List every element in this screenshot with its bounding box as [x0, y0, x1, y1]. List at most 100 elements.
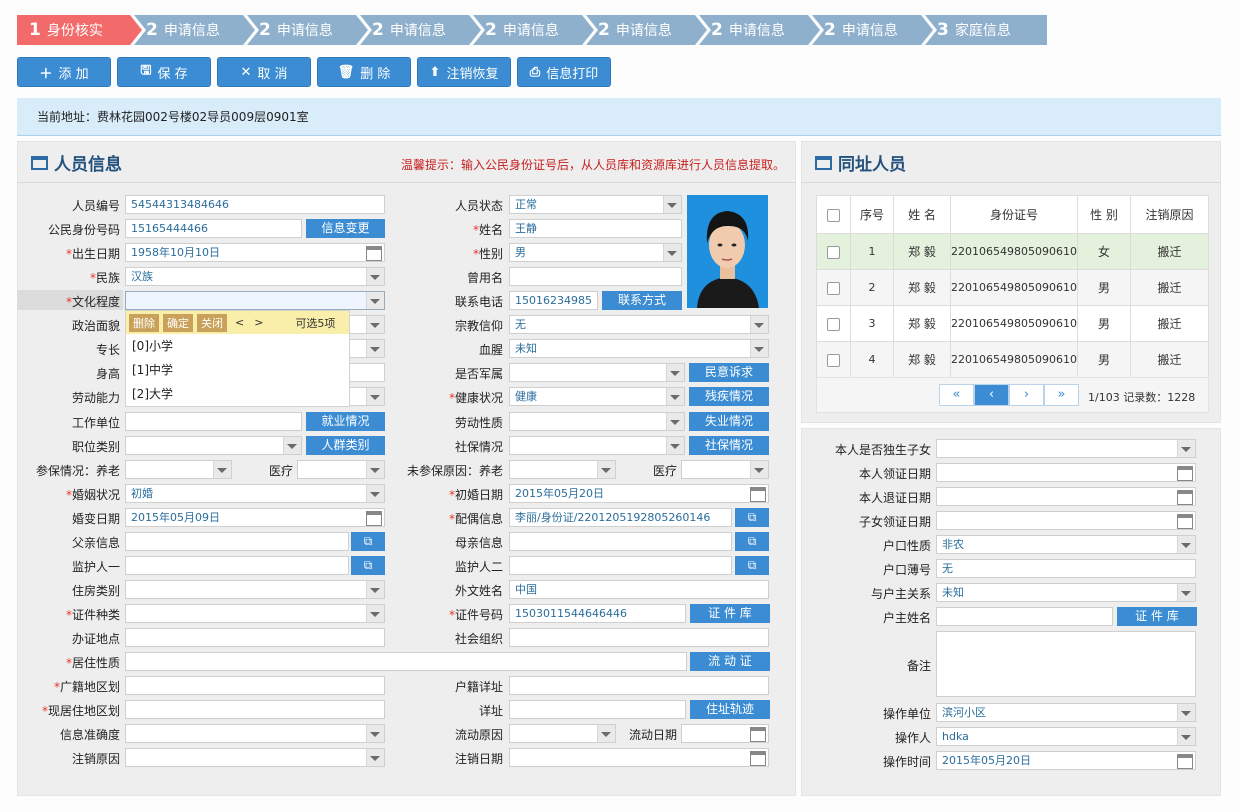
unemployment-button[interactable]: 失业情况: [689, 412, 769, 431]
job-type-select[interactable]: [125, 436, 302, 455]
folder-open-icon[interactable]: ⧉: [351, 556, 385, 575]
religion-select[interactable]: 无: [509, 315, 769, 334]
health-select[interactable]: 健康: [509, 387, 685, 406]
employment-button[interactable]: 就业情况: [306, 412, 385, 431]
person-no-input[interactable]: 54544313484646: [125, 195, 385, 214]
step-family[interactable]: 3 家庭信息: [925, 15, 1047, 45]
last-page-button[interactable]: »: [1044, 384, 1079, 406]
disability-button[interactable]: 残疾情况: [689, 387, 769, 406]
guardian1-input[interactable]: [125, 556, 349, 575]
domicile-detail-input[interactable]: [509, 676, 769, 695]
step-identity[interactable]: 1 身份核实: [17, 15, 142, 45]
delete-button[interactable]: 🗑 删 除: [317, 57, 411, 87]
phone-input[interactable]: 15016234985: [509, 291, 598, 310]
dropdown-close-button[interactable]: 关闭: [197, 313, 227, 332]
step-apply-1[interactable]: 2 申请信息: [134, 15, 255, 45]
flow-cert-button[interactable]: 流 动 证: [690, 652, 770, 671]
add-button[interactable]: ＋ 添 加: [17, 57, 111, 87]
folder-open-icon[interactable]: ⧉: [735, 532, 769, 551]
cert-place-input[interactable]: [125, 628, 385, 647]
cancel-button[interactable]: ✕ 取 消: [217, 57, 311, 87]
father-input[interactable]: [125, 532, 349, 551]
step-apply-7[interactable]: 2 申请信息: [812, 15, 933, 45]
flow-reason-select[interactable]: [509, 724, 616, 743]
cert-lib-button[interactable]: 证 件 库: [690, 604, 770, 623]
householder-input[interactable]: [936, 607, 1113, 626]
housing-select[interactable]: [125, 580, 385, 599]
restore-button[interactable]: ⬆ 注销恢复: [417, 57, 511, 87]
dropdown-prev-icon[interactable]: <: [235, 316, 244, 329]
step-apply-2[interactable]: 2 申请信息: [247, 15, 368, 45]
table-row[interactable]: 4 郑 毅 220106549805090610 男 搬迁: [816, 341, 1210, 378]
marital-select[interactable]: 初婚: [125, 484, 385, 503]
operator-select[interactable]: hdka: [936, 727, 1196, 746]
first-marriage-input[interactable]: 2015年05月20日: [509, 484, 769, 503]
social-security-select[interactable]: [509, 436, 685, 455]
step-apply-3[interactable]: 2 申请信息: [360, 15, 481, 45]
first-page-button[interactable]: «: [939, 384, 974, 406]
crowd-type-button[interactable]: 人群类别: [306, 436, 385, 455]
ethnic-select[interactable]: 汉族: [125, 267, 385, 286]
foreign-name-input[interactable]: 中国: [509, 580, 769, 599]
military-select[interactable]: [509, 363, 685, 382]
cancel-reason-select[interactable]: [125, 748, 385, 767]
print-button[interactable]: ⎙ 信息打印: [517, 57, 611, 87]
birth-date-input[interactable]: 1958年10月10日: [125, 243, 385, 262]
cert-no-input[interactable]: 1503011544646446: [509, 604, 686, 623]
hukou-type-select[interactable]: 非农: [936, 535, 1196, 554]
next-page-button[interactable]: ›: [1009, 384, 1044, 406]
op-time-input[interactable]: 2015年05月20日: [936, 751, 1196, 770]
uninsured-pension-select[interactable]: [509, 460, 616, 479]
relation-select[interactable]: 未知: [936, 583, 1196, 602]
social-security-button[interactable]: 社保情况: [689, 436, 769, 455]
residence-track-button[interactable]: 住址轨迹: [690, 700, 770, 719]
cancel-date-input[interactable]: [509, 748, 769, 767]
dropdown-option[interactable]: [1]中学: [126, 358, 349, 382]
status-select[interactable]: 正常: [509, 195, 682, 214]
spouse-input[interactable]: 李丽/身份证/2201205192805260146: [509, 508, 732, 527]
dropdown-option[interactable]: [2]大学: [126, 382, 349, 406]
dropdown-next-icon[interactable]: >: [254, 316, 263, 329]
detail-addr-input[interactable]: [509, 700, 686, 719]
table-row[interactable]: 1 郑 毅 220106549805090610 女 搬迁: [816, 233, 1210, 270]
row-checkbox[interactable]: [827, 281, 840, 295]
dropdown-option[interactable]: [0]小学: [126, 334, 349, 358]
blood-select[interactable]: 未知: [509, 339, 769, 358]
labor-nature-select[interactable]: [509, 412, 685, 431]
cert-return-input[interactable]: [936, 487, 1196, 506]
contact-button[interactable]: 联系方式: [602, 291, 682, 310]
cert-type-select[interactable]: [125, 604, 385, 623]
social-org-input[interactable]: [509, 628, 769, 647]
dropdown-confirm-button[interactable]: 确定: [163, 313, 193, 332]
current-area-input[interactable]: [125, 700, 385, 719]
prev-page-button[interactable]: ‹: [974, 384, 1009, 406]
hukou-no-input[interactable]: 无: [936, 559, 1196, 578]
row-checkbox[interactable]: [827, 245, 840, 259]
name-input[interactable]: 王静: [509, 219, 682, 238]
table-row[interactable]: 3 郑 毅 220106549805090610 男 搬迁: [816, 305, 1210, 342]
info-change-button[interactable]: 信息变更: [306, 219, 385, 238]
gender-select[interactable]: 男: [509, 243, 682, 262]
remark-textarea[interactable]: [936, 631, 1196, 697]
folder-open-icon[interactable]: ⧉: [735, 556, 769, 575]
medical-select[interactable]: [297, 460, 385, 479]
mother-input[interactable]: [509, 532, 732, 551]
only-child-select[interactable]: [936, 439, 1196, 458]
marital-change-input[interactable]: 2015年05月09日: [125, 508, 385, 527]
row-checkbox[interactable]: [827, 353, 840, 367]
guardian2-input[interactable]: [509, 556, 732, 575]
flow-date-input[interactable]: [681, 724, 769, 743]
select-all-checkbox[interactable]: [827, 208, 840, 222]
step-apply-6[interactable]: 2 申请信息: [699, 15, 820, 45]
origin-area-input[interactable]: [125, 676, 385, 695]
row-checkbox[interactable]: [827, 317, 840, 331]
folder-open-icon[interactable]: ⧉: [351, 532, 385, 551]
step-apply-5[interactable]: 2 申请信息: [586, 15, 707, 45]
op-unit-select[interactable]: 滨河小区: [936, 703, 1196, 722]
id-no-input[interactable]: 15165444466: [125, 219, 302, 238]
folder-open-icon[interactable]: ⧉: [735, 508, 769, 527]
pension-select[interactable]: [125, 460, 232, 479]
cert-get-input[interactable]: [936, 463, 1196, 482]
step-apply-4[interactable]: 2 申请信息: [473, 15, 594, 45]
former-name-input[interactable]: [509, 267, 682, 286]
